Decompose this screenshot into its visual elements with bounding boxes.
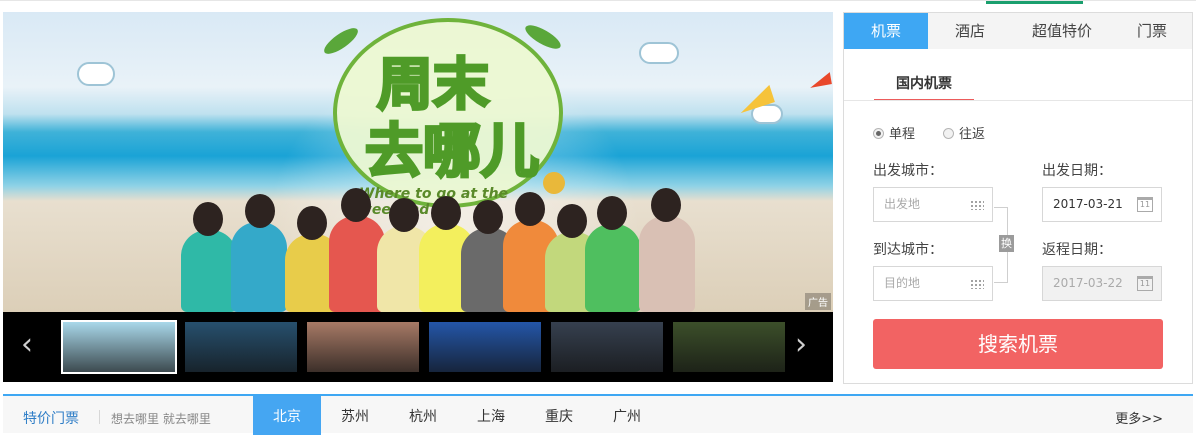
top-accent-bar <box>986 1 1083 4</box>
return-date-value: 2017-03-22 <box>1053 276 1123 290</box>
crowd-illustration <box>3 188 833 312</box>
city-tab-chongqing[interactable]: 重庆 <box>525 396 593 435</box>
cloud-icon <box>639 42 679 64</box>
subtab-divider <box>844 100 1192 101</box>
tab-flights[interactable]: 机票 <box>844 13 928 49</box>
title-separator <box>99 410 100 424</box>
thumb-costume-women[interactable] <box>307 322 419 372</box>
radio-dot-icon <box>943 128 954 139</box>
swap-cities-button[interactable]: 换 <box>999 235 1014 252</box>
thumb-weekend-beach[interactable] <box>61 320 177 374</box>
city-tab-guangzhou[interactable]: 广州 <box>593 396 661 435</box>
tab-deals[interactable]: 超值特价 <box>1012 13 1112 49</box>
paper-plane-icon <box>808 72 832 88</box>
city-grid-icon[interactable] <box>970 279 984 289</box>
depart-city-label: 出发城市： <box>873 163 943 179</box>
tab-hotels[interactable]: 酒店 <box>928 13 1012 49</box>
arrive-city-label: 到达城市： <box>873 242 943 258</box>
tickets-title: 特价门票 <box>23 411 79 427</box>
depart-date-field[interactable]: 2017-03-21 11 <box>1042 187 1162 222</box>
weekend-logo: 周末 去哪儿 Where to go at the weekend <box>333 18 563 218</box>
radio-dot-icon <box>873 128 884 139</box>
round-trip-radio[interactable]: 往返 <box>943 123 985 142</box>
chevron-left-icon[interactable]: ‹ <box>21 330 33 360</box>
depart-city-field[interactable]: 出发地 <box>873 187 993 222</box>
tickets-subtitle: 想去哪里 就去哪里 <box>111 412 211 426</box>
ad-label: 广告 <box>805 293 831 310</box>
search-flights-button[interactable]: 搜索机票 <box>873 319 1163 369</box>
calendar-icon[interactable]: 11 <box>1137 276 1153 291</box>
arrive-city-placeholder: 目的地 <box>884 276 921 290</box>
top-divider <box>0 0 1196 4</box>
thumb-garden-night[interactable] <box>673 322 785 372</box>
city-tab-beijing[interactable]: 北京 <box>253 396 321 435</box>
tab-tickets[interactable]: 门票 <box>1112 13 1192 49</box>
cloud-icon <box>77 62 115 86</box>
special-tickets-bar: 特价门票 想去哪里 就去哪里 北京 苏州 杭州 上海 重庆 广州 更多>> <box>3 394 1193 435</box>
return-date-label: 返程日期： <box>1042 242 1112 258</box>
city-tab-shanghai[interactable]: 上海 <box>457 396 525 435</box>
chevron-right-icon[interactable]: › <box>795 330 807 360</box>
banner-title-line2: 去哪儿 <box>363 116 540 187</box>
city-grid-icon[interactable] <box>970 200 984 210</box>
booking-tabs: 机票 酒店 超值特价 门票 <box>844 13 1192 49</box>
arrive-city-field[interactable]: 目的地 <box>873 266 993 301</box>
depart-date-value: 2017-03-21 <box>1053 197 1123 211</box>
one-way-radio[interactable]: 单程 <box>873 123 915 142</box>
return-date-field[interactable]: 2017-03-22 11 <box>1042 266 1162 301</box>
round-trip-label: 往返 <box>959 127 986 142</box>
more-link[interactable]: 更多>> <box>1115 408 1163 427</box>
carousel-thumbnails: ‹ › <box>3 312 833 382</box>
tab-domestic-flights[interactable]: 国内机票 <box>874 73 974 101</box>
thumb-karst-river[interactable] <box>185 322 297 372</box>
thumb-louvre-night[interactable] <box>551 322 663 372</box>
one-way-label: 单程 <box>889 127 916 142</box>
depart-city-placeholder: 出发地 <box>884 197 921 211</box>
calendar-icon[interactable]: 11 <box>1137 197 1153 212</box>
thumb-water-cube-night[interactable] <box>429 322 541 372</box>
city-tab-hangzhou[interactable]: 杭州 <box>389 396 457 435</box>
city-tab-suzhou[interactable]: 苏州 <box>321 396 389 435</box>
flight-booking-panel: 机票 酒店 超值特价 门票 国内机票 单程 往返 出发城市： 出发日期： 出发地… <box>843 12 1193 384</box>
leaf-icon <box>320 23 362 59</box>
depart-date-label: 出发日期： <box>1042 163 1112 179</box>
promo-banner[interactable]: 周末 去哪儿 Where to go at the weekend 广告 <box>3 12 833 312</box>
